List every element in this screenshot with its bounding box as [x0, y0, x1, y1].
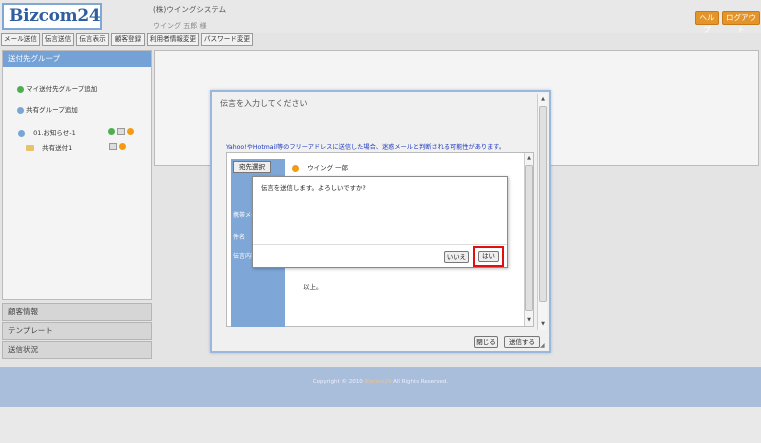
subgroup-item-actions: [109, 142, 127, 150]
folder-icon: [26, 145, 34, 151]
recipient-chip: ウイング 一郎: [292, 162, 348, 172]
highlight-box: はい: [473, 246, 504, 267]
add-shared-group-label: 共有グループ追加: [26, 106, 78, 114]
scroll-thumb[interactable]: [525, 165, 533, 311]
scroll-thumb[interactable]: [539, 106, 547, 302]
copyright-text: Copyright © 2010 Bizcom24 All Rights Res…: [0, 379, 761, 385]
group-item[interactable]: 01.お知らせ-1: [18, 127, 76, 137]
header-bar: [0, 0, 761, 33]
accordion-templates[interactable]: テンプレート: [2, 322, 152, 340]
free-address-notice: Yahoo!やHotmail等のフリーアドレスに送信した場合、迷惑メールと判断さ…: [226, 144, 506, 151]
nav-change-user-info[interactable]: 利用者情報変更: [147, 33, 199, 46]
page-bottom: [0, 407, 761, 443]
group-item-label: 01.お知らせ-1: [33, 129, 76, 137]
edit-icon[interactable]: [109, 142, 117, 150]
recipient-name: ウイング 一郎: [307, 164, 349, 172]
subgroup-item-label: 共有送付1: [42, 144, 73, 152]
subject-label: 件名: [233, 234, 246, 241]
scroll-up-icon[interactable]: ▲: [539, 95, 547, 103]
nav-register-customer[interactable]: 顧客登録: [111, 33, 145, 46]
modal-title: 伝言を入力してください: [220, 99, 308, 108]
accordion-customer-info[interactable]: 顧客情報: [2, 303, 152, 321]
nav-view-message[interactable]: 伝言表示: [76, 33, 109, 46]
confirm-message: 伝言を送信します。よろしいですか?: [261, 184, 366, 192]
add-shared-group-link[interactable]: 共有グループ追加: [17, 104, 78, 114]
form-scrollbar[interactable]: ▲ ▼: [524, 153, 533, 326]
add-my-group-link[interactable]: マイ送付先グループ追加: [17, 83, 97, 93]
logout-button[interactable]: ログアウト: [722, 11, 760, 34]
nav-send-mail[interactable]: メール送信: [1, 33, 40, 46]
user-name: ウイング 五郎 様: [153, 22, 207, 30]
sidebar: 送付先グループ マイ送付先グループ追加 共有グループ追加 01.お知らせ-1 共…: [2, 50, 152, 300]
send-confirm-dialog: 伝言を送信します。よろしいですか? いいえ はい: [252, 176, 508, 268]
nav-send-message[interactable]: 伝言送信: [42, 33, 74, 46]
send-button[interactable]: 送信する: [504, 336, 540, 348]
bizcom24-logo: Bizcom24: [2, 3, 102, 30]
delete-icon[interactable]: [119, 142, 127, 150]
add-icon[interactable]: [108, 127, 115, 135]
message-body-text[interactable]: 以上。: [303, 281, 323, 291]
help-button[interactable]: ヘルプ: [695, 11, 719, 34]
sidebar-header-recipient-groups[interactable]: 送付先グループ: [3, 51, 151, 67]
company-name: (株)ウイングシステム: [153, 5, 227, 14]
delete-icon[interactable]: [127, 127, 135, 135]
scroll-up-icon[interactable]: ▲: [525, 154, 533, 162]
copyright-prefix: Copyright © 2010: [312, 379, 363, 385]
group-users-icon: [17, 106, 24, 114]
footer-bar: [0, 367, 761, 407]
remove-recipient-icon[interactable]: [292, 164, 299, 172]
add-my-group-label: マイ送付先グループ追加: [26, 85, 98, 93]
confirm-button-bar: いいえ はい: [253, 244, 507, 267]
resize-grip-icon[interactable]: ◢: [540, 342, 548, 350]
close-button[interactable]: 閉じる: [474, 336, 498, 348]
accordion-send-status[interactable]: 送信状況: [2, 341, 152, 359]
scroll-down-icon[interactable]: ▼: [525, 316, 533, 324]
copyright-brand: Bizcom24: [364, 379, 392, 385]
nav-change-password[interactable]: パスワード変更: [201, 33, 253, 46]
subgroup-item[interactable]: 共有送付1: [26, 142, 72, 152]
add-icon: [17, 85, 24, 93]
select-address-button[interactable]: 宛先選択: [233, 161, 271, 173]
group-item-actions: [108, 127, 135, 135]
edit-icon[interactable]: [117, 127, 126, 135]
globe-icon: [18, 129, 25, 137]
copyright-suffix: All Rights Reserved.: [393, 379, 449, 385]
modal-scrollbar[interactable]: ▲ ▼: [537, 94, 547, 330]
no-button[interactable]: いいえ: [444, 251, 469, 263]
scroll-down-icon[interactable]: ▼: [539, 320, 547, 328]
yes-button[interactable]: はい: [478, 251, 499, 262]
